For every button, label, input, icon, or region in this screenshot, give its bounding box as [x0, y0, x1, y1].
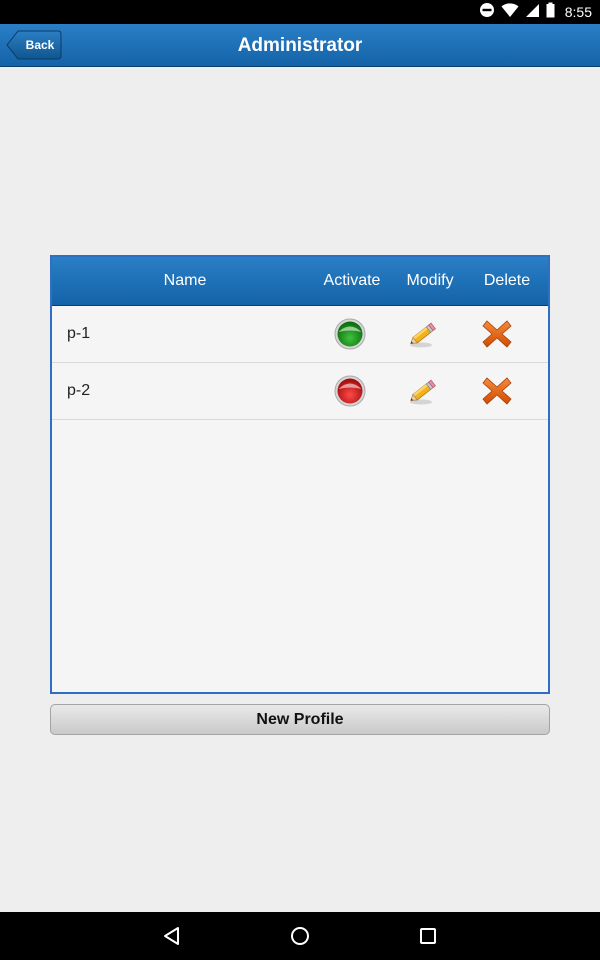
x-icon[interactable] — [481, 375, 513, 407]
x-icon[interactable] — [481, 318, 513, 350]
table-row: p-1 — [52, 306, 548, 363]
status-icons: 8:55 — [479, 0, 592, 24]
column-header-activate: Activate — [323, 272, 381, 289]
red-status-icon[interactable] — [334, 375, 366, 407]
column-header-delete: Delete — [483, 272, 531, 289]
back-button-label: Back — [25, 38, 55, 52]
profiles-table: Name Activate Modify Delete p-1 p-2 — [50, 255, 550, 694]
nav-home-icon[interactable] — [290, 926, 310, 946]
green-status-icon[interactable] — [334, 318, 366, 350]
status-bar: 8:55 — [0, 0, 600, 24]
profile-name: p-1 — [67, 325, 91, 342]
column-header-modify: Modify — [406, 272, 454, 289]
pencil-icon[interactable] — [407, 318, 439, 350]
app-header: Administrator Back — [0, 24, 600, 67]
battery-icon — [546, 2, 555, 23]
status-time: 8:55 — [564, 4, 592, 20]
profile-name: p-2 — [67, 382, 91, 399]
back-button[interactable]: Back — [6, 30, 62, 60]
nav-back-icon[interactable] — [162, 926, 182, 946]
table-row: p-2 — [52, 363, 548, 420]
do-not-disturb-icon — [479, 2, 495, 23]
table-header: Name Activate Modify Delete — [52, 257, 548, 306]
new-profile-button[interactable]: New Profile — [50, 704, 550, 735]
column-header-name: Name — [163, 272, 207, 289]
nav-recents-icon[interactable] — [418, 926, 438, 946]
page-title: Administrator — [237, 35, 363, 56]
wifi-icon — [501, 2, 519, 23]
signal-icon — [525, 2, 540, 23]
pencil-icon[interactable] — [407, 375, 439, 407]
navigation-bar — [0, 912, 600, 960]
